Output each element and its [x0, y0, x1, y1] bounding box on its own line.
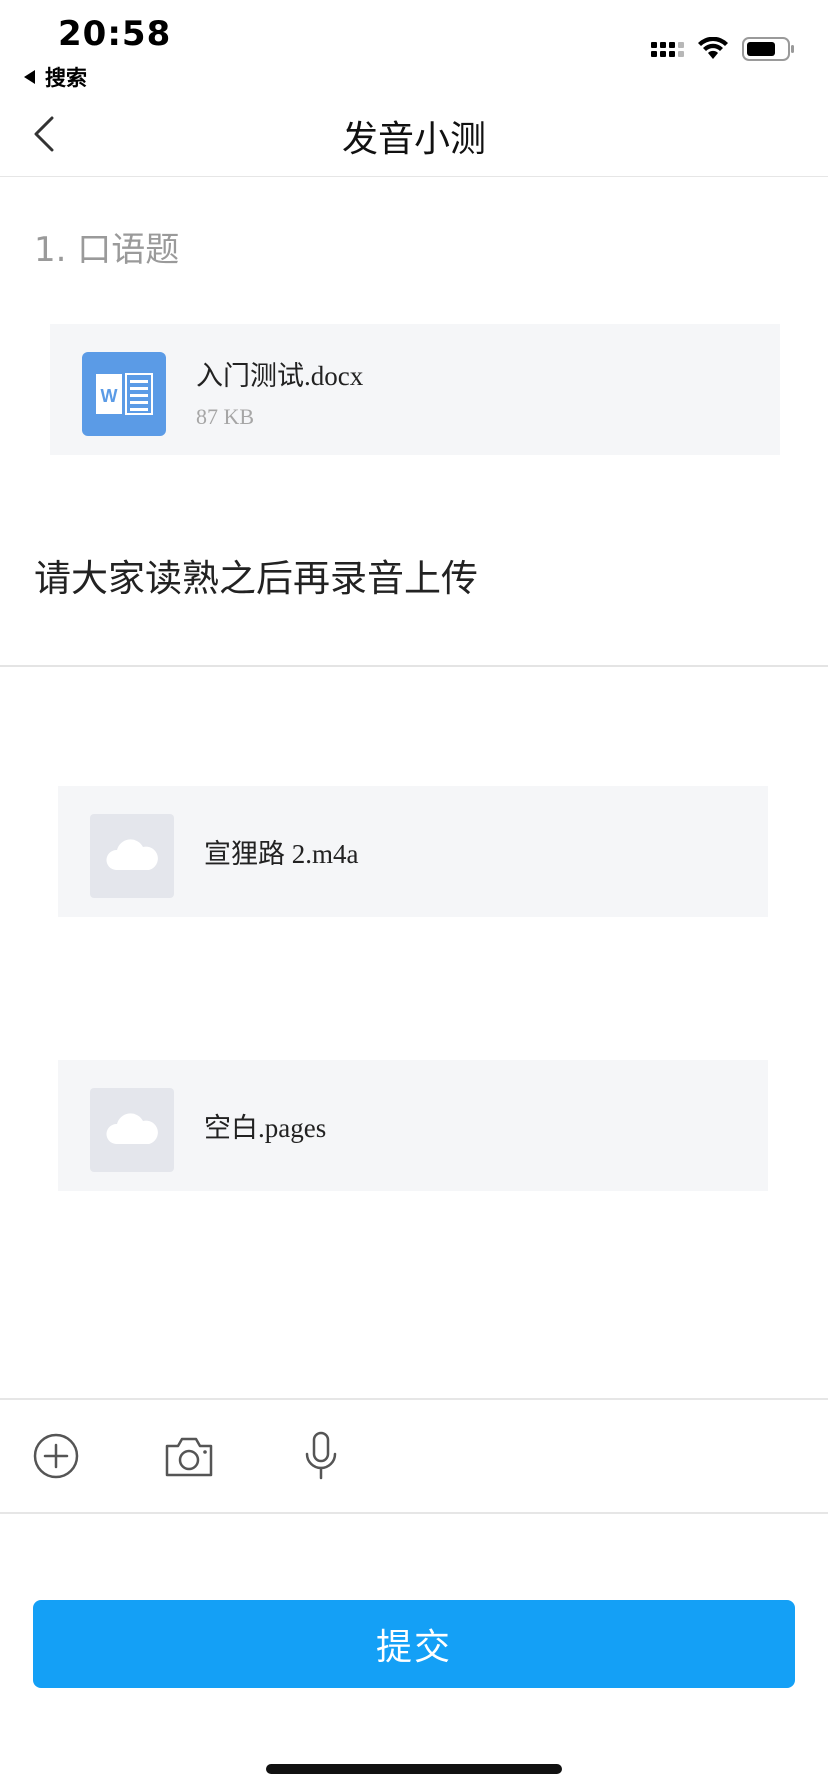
upload-item[interactable]: 宣狸路 2.m4a: [58, 786, 768, 917]
attachment-card[interactable]: W 入门测试.docx 87 KB: [50, 324, 780, 455]
attachment-name: 入门测试.docx: [196, 361, 364, 391]
status-bar: 20:58 搜索: [0, 0, 828, 92]
attachment-size: 87 KB: [196, 404, 255, 429]
word-doc-icon: W: [82, 352, 166, 436]
navigation-bar: 发音小测: [0, 92, 828, 177]
cloud-icon: [90, 814, 174, 898]
add-icon[interactable]: [28, 1428, 84, 1484]
status-icons: [651, 36, 796, 62]
battery-icon: [742, 37, 794, 61]
upload-file-name: 空白.pages: [204, 1113, 327, 1143]
divider: [0, 665, 828, 667]
submit-button[interactable]: 提交: [33, 1600, 795, 1688]
question-instruction: 请大家读熟之后再录音上传: [34, 557, 478, 600]
wifi-icon: [698, 37, 728, 59]
back-triangle-icon: [24, 70, 35, 84]
upload-item[interactable]: 空白.pages: [58, 1060, 768, 1191]
status-time: 20:58: [58, 14, 172, 54]
input-toolbar: [0, 1398, 828, 1514]
home-indicator: [266, 1764, 562, 1774]
microphone-icon[interactable]: [293, 1428, 349, 1484]
camera-icon[interactable]: [161, 1428, 217, 1484]
cellular-signal-icon: [651, 41, 684, 57]
cloud-icon: [90, 1088, 174, 1172]
question-label: 1. 口语题: [34, 230, 180, 270]
svg-text:W: W: [101, 386, 118, 406]
upload-file-name: 宣狸路 2.m4a: [204, 839, 359, 869]
page-title: 发音小测: [341, 119, 486, 160]
back-app-label: 搜索: [45, 66, 87, 90]
back-to-app-link[interactable]: 搜索: [24, 62, 87, 92]
